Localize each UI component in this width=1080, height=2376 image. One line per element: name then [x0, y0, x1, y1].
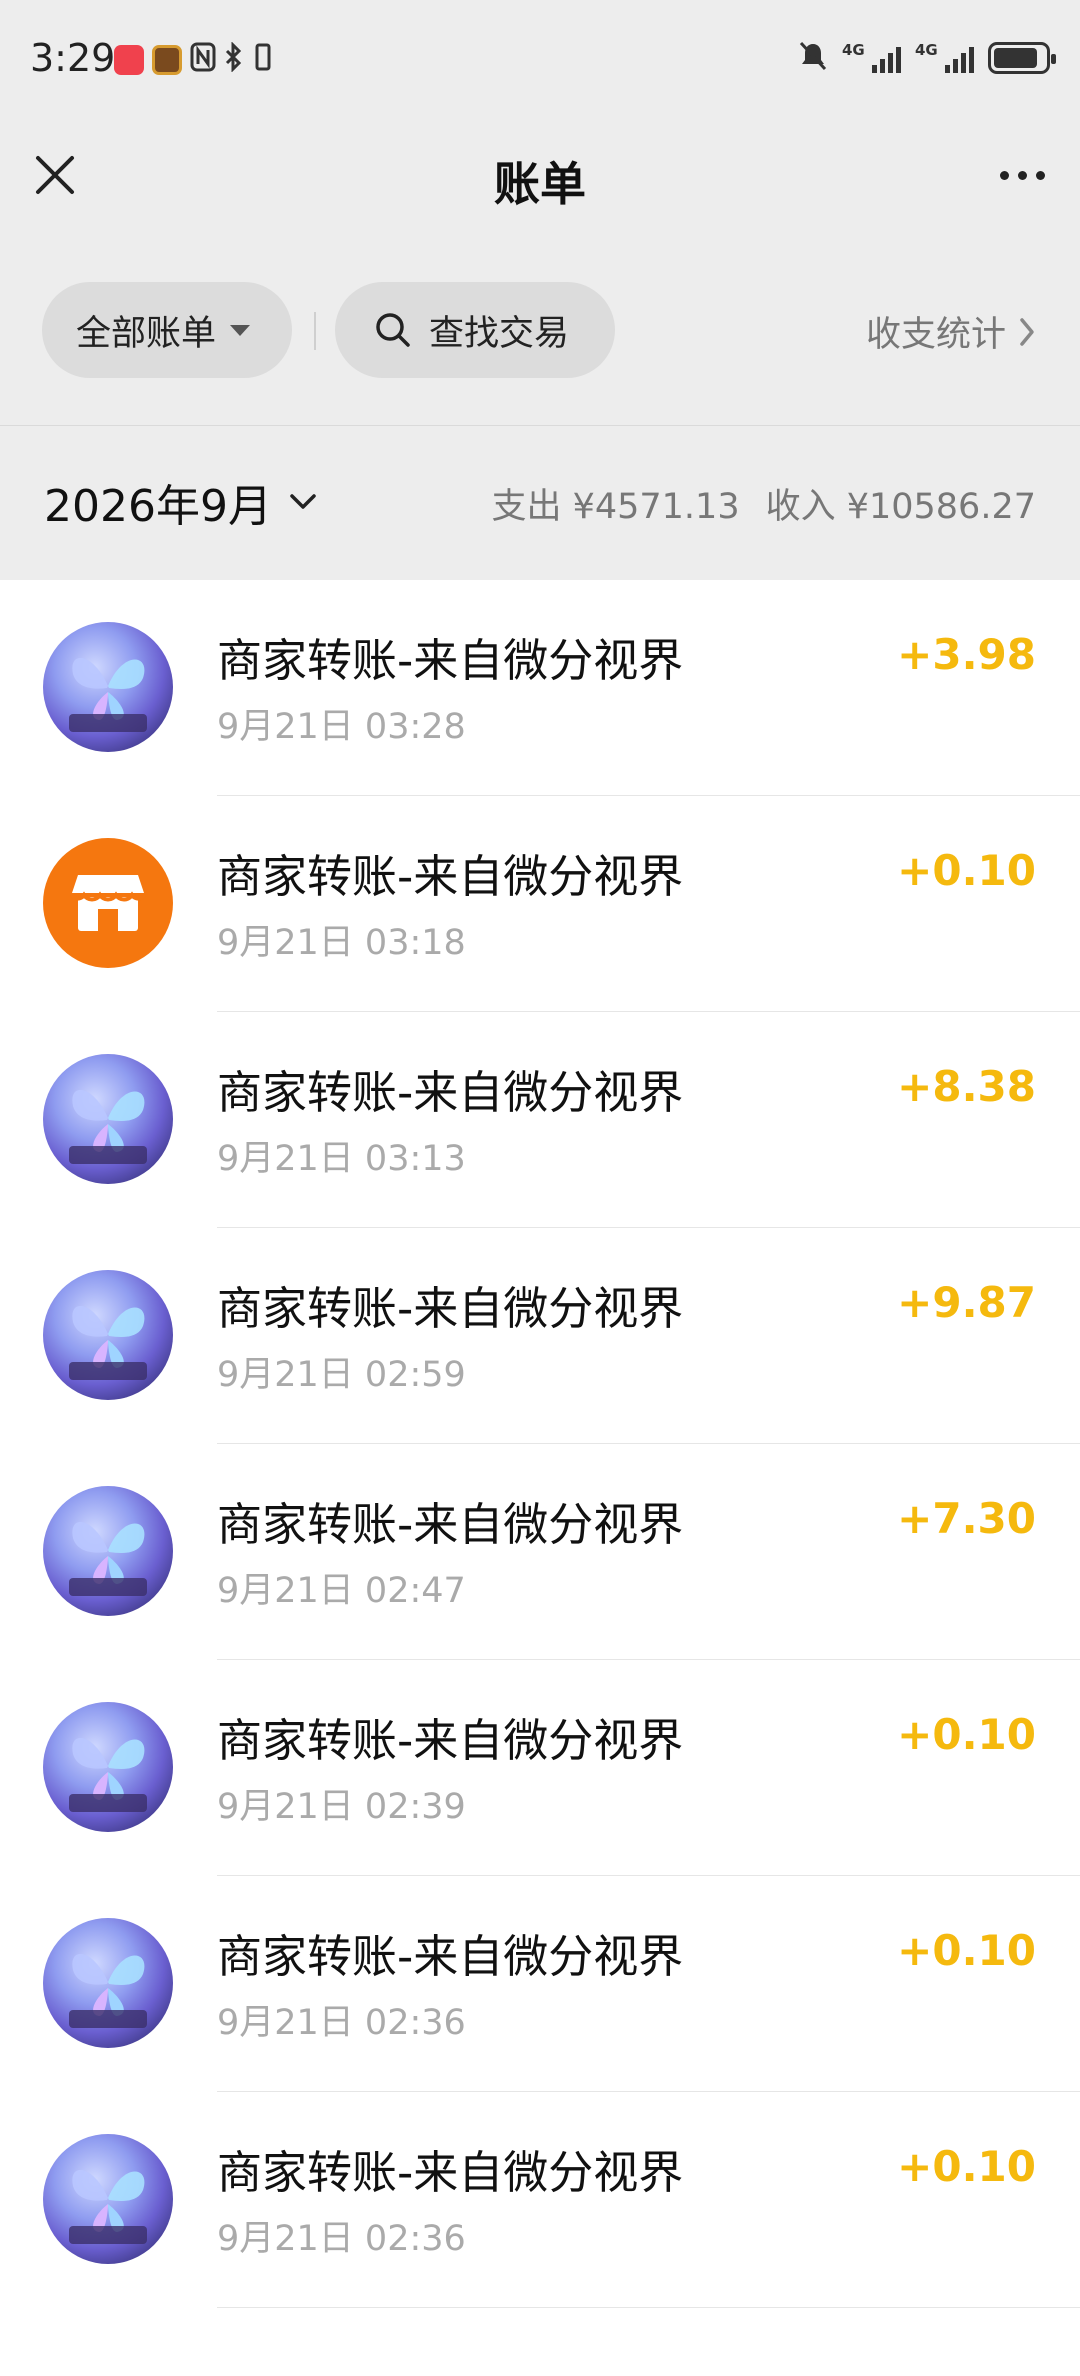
app-badge-red-icon — [114, 45, 144, 75]
bill-title: 商家转账-来自微分视界 — [217, 1498, 684, 1551]
bill-list-item[interactable]: 商家转账-来自微分视界 9月21日 02:59 +9.87 — [0, 1228, 1080, 1444]
page-title: 账单 — [494, 157, 586, 211]
stats-label: 收支统计 — [865, 315, 1006, 355]
bluetooth-icon — [224, 41, 244, 78]
bill-amount: +0.10 — [897, 846, 1036, 895]
filter-divider — [314, 312, 316, 350]
butterfly-avatar — [43, 1702, 173, 1832]
bill-list: 商家转账-来自微分视界 9月21日 03:28 +3.98 商家转账-来自微分视界 9月… — [0, 580, 1080, 2376]
status-right-icons: 4G 4G — [798, 40, 1056, 76]
battery-icon — [988, 42, 1056, 74]
status-bar: 3:29 4G 4G — [0, 0, 1080, 120]
bill-list-item[interactable]: 商家转账-来自微分视界 9月21日 02:47 +7.30 — [0, 1444, 1080, 1660]
signal-icon: 4G — [842, 41, 901, 73]
month-label: 2026年9月 — [44, 481, 272, 532]
nfc-icon — [190, 42, 216, 78]
bill-time: 9月21日 02:47 — [217, 1571, 466, 1611]
all-bills-filter-button[interactable]: 全部账单 — [42, 282, 292, 378]
nav-bar: 账单 — [0, 120, 1080, 230]
bill-list-item[interactable]: 商家转账-来自微分视界 9月21日 02:39 +0.10 — [0, 1660, 1080, 1876]
butterfly-avatar — [43, 1054, 173, 1184]
month-summary: 支出 ¥4571.13 收入 ¥10586.27 — [491, 478, 1036, 529]
bill-time: 9月21日 02:59 — [217, 1355, 466, 1395]
butterfly-avatar — [43, 2134, 173, 2264]
bill-time: 9月21日 02:36 — [217, 2003, 466, 2043]
month-header: 2026年9月 支出 ¥4571.13 收入 ¥10586.27 — [0, 425, 1080, 580]
bill-amount: +9.87 — [897, 1278, 1036, 1327]
filter-row: 全部账单 查找交易 收支统计 — [0, 280, 1080, 380]
caret-down-icon — [230, 324, 251, 336]
bill-list-item[interactable]: 商家转账-来自微分视界 9月21日 03:18 +0.10 — [0, 796, 1080, 1012]
bill-title: 商家转账-来自微分视界 — [217, 1714, 684, 1767]
signal-icon: 4G — [915, 41, 974, 73]
bill-list-item[interactable]: 商家转账-来自微分视界 9月21日 02:36 +0.10 — [0, 1876, 1080, 2092]
bill-title: 商家转账-来自微分视界 — [217, 1066, 684, 1119]
search-transactions-button[interactable]: 查找交易 — [335, 282, 615, 378]
bill-time: 9月21日 02:39 — [217, 1787, 466, 1827]
chevron-right-icon — [1020, 317, 1034, 346]
income-total: 收入 ¥10586.27 — [765, 487, 1036, 527]
search-icon — [376, 313, 410, 347]
bill-time: 9月21日 03:28 — [217, 707, 466, 747]
all-bills-label: 全部账单 — [76, 313, 217, 354]
bill-time: 9月21日 03:13 — [217, 1139, 466, 1179]
bill-title: 商家转账-来自微分视界 — [217, 2146, 684, 2199]
app-badge-game-icon — [152, 45, 182, 75]
income-expense-stats-link[interactable]: 收支统计 — [866, 306, 1036, 357]
bill-list-item[interactable]: 商家转账-来自微分视界 9月21日 03:28 +3.98 — [0, 580, 1080, 796]
more-icon[interactable] — [992, 148, 1052, 202]
bill-title: 商家转账-来自微分视界 — [217, 634, 684, 687]
bill-title: 商家转账-来自微分视界 — [217, 1282, 684, 1335]
bill-list-item[interactable]: 商家转账-来自微分视界 9月21日 02:36 +0.10 — [0, 2092, 1080, 2308]
bill-time: 9月21日 02:36 — [217, 2219, 466, 2259]
chevron-down-icon — [290, 494, 316, 509]
bill-amount: +3.98 — [897, 630, 1036, 679]
status-time: 3:29 — [30, 36, 116, 80]
bill-amount: +0.10 — [897, 2142, 1036, 2191]
month-selector[interactable]: 2026年9月 — [44, 470, 318, 534]
bill-amount: +8.38 — [897, 1062, 1036, 1111]
bill-amount: +0.10 — [897, 1710, 1036, 1759]
row-divider — [217, 2307, 1080, 2308]
mute-bell-icon — [798, 40, 828, 76]
butterfly-avatar — [43, 1486, 173, 1616]
bill-amount: +7.30 — [897, 1494, 1036, 1543]
butterfly-avatar — [43, 1270, 173, 1400]
shop-icon — [43, 838, 173, 968]
butterfly-avatar — [43, 1918, 173, 2048]
bill-title: 商家转账-来自微分视界 — [217, 1930, 684, 1983]
butterfly-avatar — [43, 622, 173, 752]
bill-title: 商家转账-来自微分视界 — [217, 850, 684, 903]
status-app-icons — [114, 41, 274, 78]
bill-amount: +0.10 — [897, 1926, 1036, 1975]
expense-total: 支出 ¥4571.13 — [491, 487, 740, 527]
bill-list-item[interactable]: 商家转账-来自微分视界 9月21日 03:13 +8.38 — [0, 1012, 1080, 1228]
bill-time: 9月21日 03:18 — [217, 923, 466, 963]
vibrate-icon — [252, 42, 274, 78]
search-label: 查找交易 — [429, 313, 570, 354]
